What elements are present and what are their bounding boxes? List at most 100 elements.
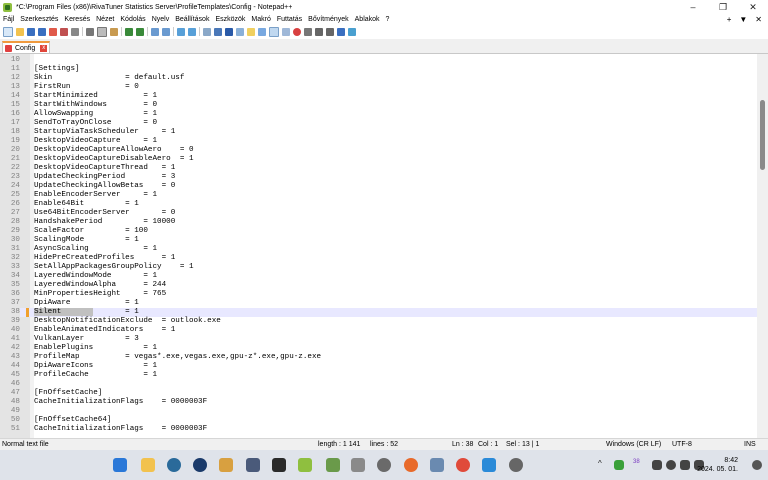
editor-line[interactable]: 38 Silent = 1 <box>0 308 757 317</box>
editor-line[interactable]: 37 DpiAware = 1 <box>0 299 757 308</box>
start-icon[interactable] <box>113 458 127 472</box>
close-file-icon[interactable] <box>49 27 57 36</box>
browser-icon[interactable] <box>167 458 181 472</box>
editor-line[interactable]: 28 HandshakePeriod = 10000 <box>0 218 757 227</box>
editor-line[interactable]: 49 <box>0 407 757 416</box>
close-doc-button[interactable]: ✕ <box>755 15 762 24</box>
edit-app-icon[interactable] <box>482 458 496 472</box>
editor-line[interactable]: 50 [FnOffsetCache64] <box>0 416 757 425</box>
editor-line[interactable]: 14 StartMinimized = 1 <box>0 92 757 101</box>
editor-line[interactable]: 10 <box>0 56 757 65</box>
word-wrap-icon[interactable] <box>214 27 222 36</box>
zoom-in-icon[interactable] <box>177 27 185 36</box>
save-all-icon[interactable] <box>38 27 46 36</box>
archive-icon[interactable] <box>219 458 233 472</box>
editor-line[interactable]: 31 AsyncScaling = 1 <box>0 245 757 254</box>
status-eol[interactable]: Windows (CR LF) <box>606 441 661 448</box>
system-clock[interactable]: 8:42 2024. 05. 01. <box>697 456 738 474</box>
find-icon[interactable] <box>151 27 159 36</box>
tool-app-icon[interactable] <box>326 458 340 472</box>
save-app-icon[interactable] <box>246 458 260 472</box>
tray-badge[interactable]: 38 <box>633 459 640 465</box>
menu-macro[interactable]: Makró <box>248 16 273 23</box>
sync-scroll-icon[interactable] <box>203 27 211 36</box>
editor-line[interactable]: 41 VulkanLayer = 3 <box>0 335 757 344</box>
file-explorer-icon[interactable] <box>141 458 155 472</box>
editor-line[interactable]: 15 StartWithWindows = 0 <box>0 101 757 110</box>
editor-line[interactable]: 24 UpdateCheckingAllowBetas = 0 <box>0 182 757 191</box>
spell-check-icon[interactable] <box>348 27 356 36</box>
editor-line[interactable]: 45 ProfileCache = 1 <box>0 371 757 380</box>
gear-app-icon[interactable] <box>351 458 365 472</box>
tray-overflow-icon[interactable]: ^ <box>598 459 602 468</box>
paste-icon[interactable] <box>110 27 118 36</box>
language-icon[interactable] <box>652 460 662 470</box>
menu-view[interactable]: Nézet <box>93 16 117 23</box>
editor-line[interactable]: 35 LayeredWindowAlpha = 244 <box>0 281 757 290</box>
new-tab-plus-button[interactable]: + <box>727 15 732 24</box>
editor-area[interactable]: 10 11 [Settings] 12 Skin = default.usf 13 Firs… <box>0 54 768 438</box>
function-list-icon[interactable] <box>258 27 266 36</box>
editor-line[interactable]: 19 DesktopVideoCapture = 1 <box>0 137 757 146</box>
replace-icon[interactable] <box>162 27 170 36</box>
show-all-chars-icon[interactable] <box>225 27 233 36</box>
maximize-button[interactable]: ❐ <box>708 0 738 14</box>
editor-line[interactable]: 46 <box>0 380 757 389</box>
tray-green-icon[interactable] <box>614 460 624 470</box>
editor-line[interactable]: 42 EnablePlugins = 1 <box>0 344 757 353</box>
copy-icon[interactable] <box>97 26 107 37</box>
editor-line[interactable]: 29 ScaleFactor = 100 <box>0 227 757 236</box>
monitoring-icon[interactable] <box>282 27 290 36</box>
editor-line[interactable]: 32 HidePreCreatedProfiles = 1 <box>0 254 757 263</box>
tab-list-dropdown[interactable]: ▼ <box>739 15 747 24</box>
editor-line[interactable]: 18 StartupViaTaskScheduler = 1 <box>0 128 757 137</box>
menu-plugins[interactable]: Bővítmények <box>305 16 351 23</box>
run-macro-multiple-icon[interactable] <box>326 27 334 36</box>
redo-icon[interactable] <box>136 27 144 36</box>
editor-line[interactable]: 40 EnableAnimatedIndicators = 1 <box>0 326 757 335</box>
editor-line[interactable]: 39 DesktopNotificationExclude = outlook.e… <box>0 317 757 326</box>
menu-help[interactable]: ? <box>383 16 393 23</box>
new-file-icon[interactable] <box>3 26 13 37</box>
editor-line[interactable]: 34 LayeredWindowMode = 1 <box>0 272 757 281</box>
editor-line[interactable]: 12 Skin = default.usf <box>0 74 757 83</box>
wifi-icon[interactable] <box>666 460 676 470</box>
stop-macro-icon[interactable] <box>304 27 312 36</box>
print-icon[interactable] <box>71 27 79 36</box>
settings-icon[interactable] <box>377 458 391 472</box>
menu-file[interactable]: Fájl <box>0 16 17 23</box>
volume-icon[interactable] <box>680 460 690 470</box>
tab-close-icon[interactable]: x <box>40 44 48 52</box>
editor-line[interactable]: 20 DesktopVideoCaptureAllowAero = 0 <box>0 146 757 155</box>
editor-line[interactable]: 47 [FnOffsetCache] <box>0 389 757 398</box>
editor-line[interactable]: 43 ProfileMap = vegas*.exe,vegas.exe,gpu-… <box>0 353 757 362</box>
editor-line[interactable]: 22 DesktopVideoCaptureThread = 1 <box>0 164 757 173</box>
tab-config[interactable]: Config x <box>2 41 50 53</box>
editor-line[interactable]: 36 MinPropertiesHeight = 765 <box>0 290 757 299</box>
save-macro-icon[interactable] <box>337 27 345 36</box>
editor-line[interactable]: 11 [Settings] <box>0 65 757 74</box>
doc-map-icon[interactable] <box>247 27 255 36</box>
editor-line[interactable]: 21 DesktopVideoCaptureDisableAero = 1 <box>0 155 757 164</box>
editor-line[interactable]: 26 Enable64Bit = 1 <box>0 200 757 209</box>
editor-line[interactable]: 33 SetAllAppPackagesGroupPolicy = 1 <box>0 263 757 272</box>
editor-line[interactable]: 30 ScalingMode = 1 <box>0 236 757 245</box>
editor-line[interactable]: 48 CacheInitializationFlags = 0000003F <box>0 398 757 407</box>
zoom-out-icon[interactable] <box>188 27 196 36</box>
orange-app-icon[interactable] <box>404 458 418 472</box>
save-icon[interactable] <box>27 27 35 36</box>
menu-search[interactable]: Keresés <box>61 16 93 23</box>
scrollbar-thumb[interactable] <box>760 100 765 170</box>
vertical-scrollbar[interactable] <box>757 54 768 438</box>
status-insert-mode[interactable]: INS <box>744 441 756 448</box>
editor-line[interactable]: 27 Use64BitEncoderServer = 0 <box>0 209 757 218</box>
notification-icon[interactable] <box>752 460 762 470</box>
chrome-icon[interactable] <box>456 458 470 472</box>
open-file-icon[interactable] <box>16 27 24 36</box>
editor-line[interactable]: 44 DpiAwareIcons = 1 <box>0 362 757 371</box>
menu-windows[interactable]: Ablakok <box>352 16 383 23</box>
minimize-button[interactable]: – <box>678 0 708 14</box>
editor-line[interactable]: 16 AllowSwapping = 1 <box>0 110 757 119</box>
editor-line[interactable]: 13 FirstRun = 0 <box>0 83 757 92</box>
menu-edit[interactable]: Szerkesztés <box>17 16 61 23</box>
